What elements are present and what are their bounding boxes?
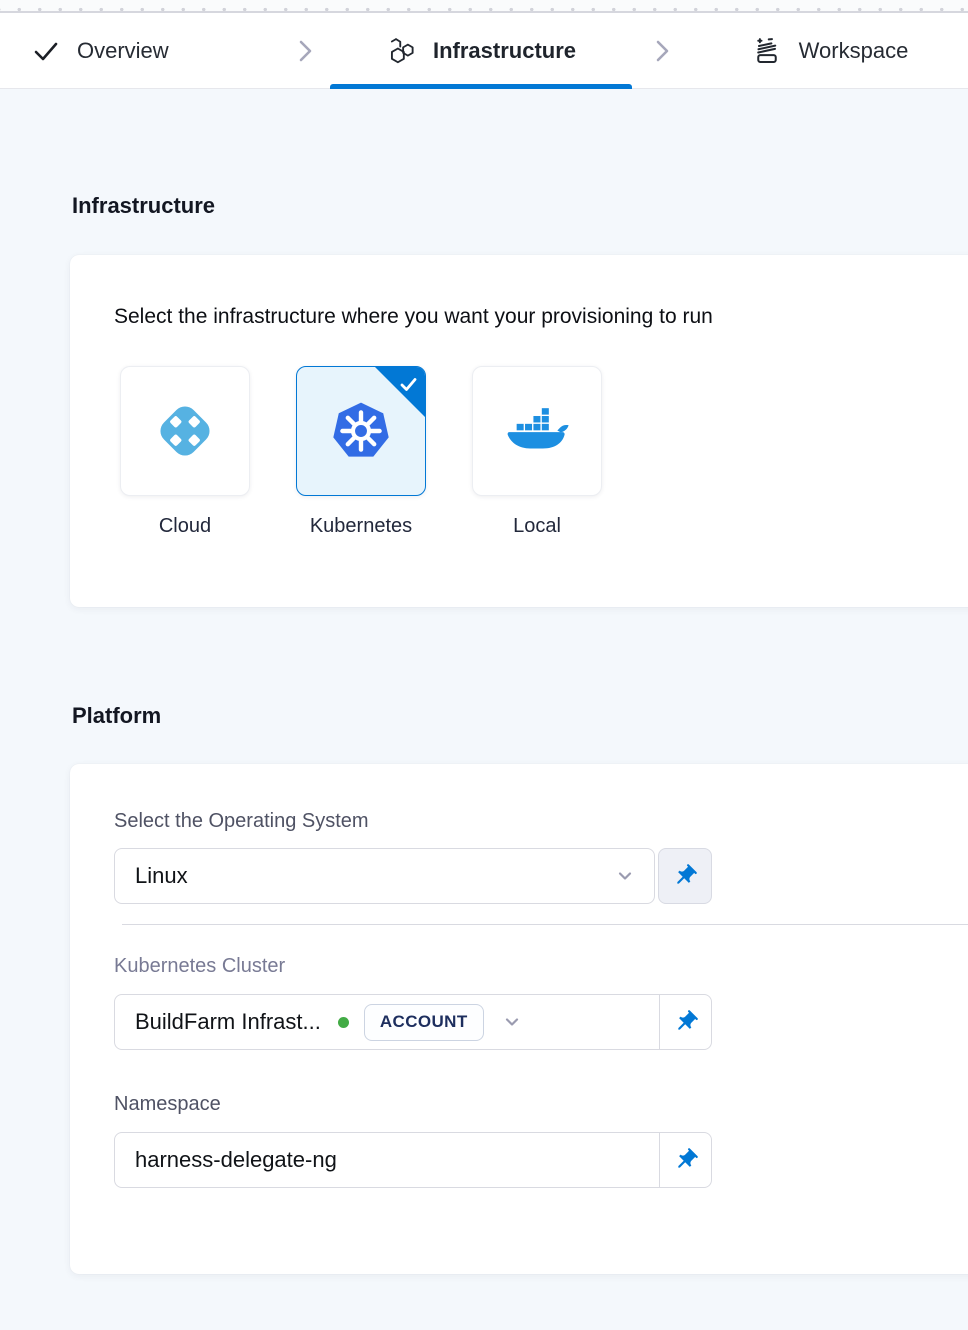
infrastructure-prompt: Select the infrastructure where you want… <box>114 305 946 329</box>
tab-workspace[interactable]: Workspace <box>692 13 968 88</box>
infrastructure-options: Cloud <box>120 366 946 538</box>
tab-overview[interactable]: Overview <box>0 13 280 88</box>
cloud-tile[interactable] <box>120 366 250 496</box>
connector-status-dot <box>338 1017 349 1028</box>
tab-infrastructure-label: Infrastructure <box>433 38 576 64</box>
cluster-select[interactable]: BuildFarm Infrast... ACCOUNT <box>114 994 712 1050</box>
os-field-label: Select the Operating System <box>114 810 946 833</box>
cluster-pin-button[interactable] <box>659 995 711 1049</box>
scope-badge: ACCOUNT <box>364 1004 484 1041</box>
stepper-separator <box>632 13 692 88</box>
infrastructure-card: Select the infrastructure where you want… <box>70 255 968 607</box>
namespace-input-value: harness-delegate-ng <box>135 1147 337 1173</box>
os-select[interactable]: Linux <box>114 848 655 904</box>
stepper-separator <box>280 13 330 88</box>
tab-workspace-label: Workspace <box>799 38 909 64</box>
tab-overview-label: Overview <box>77 38 169 64</box>
cluster-field-label: Kubernetes Cluster <box>114 955 946 978</box>
selected-check-icon <box>398 374 419 395</box>
chevron-right-icon <box>295 38 315 64</box>
namespace-field-label: Namespace <box>114 1093 946 1116</box>
option-local: Local <box>472 366 602 538</box>
harness-cloud-icon <box>152 398 218 464</box>
option-kubernetes: Kubernetes <box>296 366 426 538</box>
chevron-down-icon <box>614 865 636 887</box>
infrastructure-section-heading: Infrastructure <box>72 193 968 219</box>
chevron-right-icon <box>652 38 672 64</box>
os-field-row: Linux <box>114 848 946 904</box>
os-select-value: Linux <box>135 863 614 889</box>
active-tab-underline <box>330 84 632 89</box>
dotted-background-strip <box>0 0 968 13</box>
local-tile-label: Local <box>513 515 561 538</box>
platform-card: Select the Operating System Linux Kubern… <box>70 764 968 1274</box>
chevron-down-icon <box>501 1011 523 1033</box>
namespace-pin-button[interactable] <box>659 1133 711 1187</box>
pin-icon <box>673 1147 699 1173</box>
platform-section-heading: Platform <box>72 703 968 729</box>
wizard-stepper: Overview Infrastructure <box>0 13 968 89</box>
hexagons-icon <box>386 36 416 66</box>
pin-icon <box>672 863 698 889</box>
docker-icon <box>504 398 570 464</box>
os-pin-button[interactable] <box>658 848 712 904</box>
stack-icon <box>752 36 782 66</box>
tab-infrastructure[interactable]: Infrastructure <box>330 13 632 88</box>
namespace-input[interactable]: harness-delegate-ng <box>114 1132 712 1188</box>
local-tile[interactable] <box>472 366 602 496</box>
check-icon <box>32 37 60 65</box>
form-divider <box>122 924 968 925</box>
pin-icon <box>673 1009 699 1035</box>
option-cloud: Cloud <box>120 366 250 538</box>
cluster-select-value: BuildFarm Infrast... <box>135 1009 321 1035</box>
cloud-tile-label: Cloud <box>159 515 211 538</box>
kubernetes-tile-label: Kubernetes <box>310 515 412 538</box>
kubernetes-tile[interactable] <box>296 366 426 496</box>
